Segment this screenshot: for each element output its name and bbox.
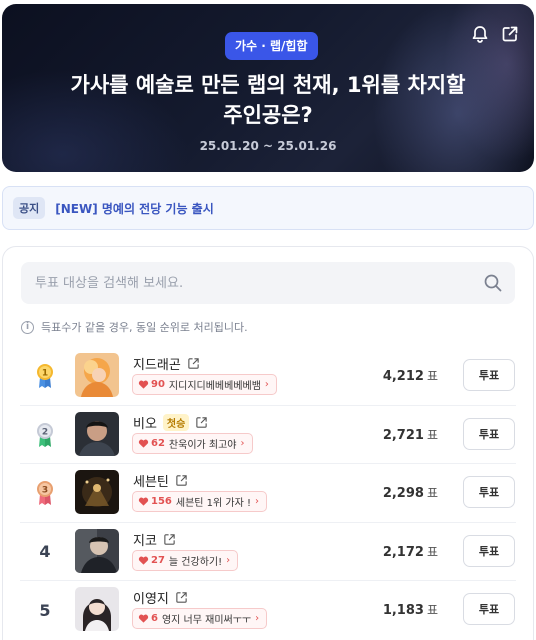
- external-link-icon[interactable]: [175, 474, 188, 487]
- svg-text:3: 3: [42, 486, 48, 496]
- notice-tag: 공지: [13, 197, 46, 219]
- ranking-row: 3 세븐틴 156 세븐틴 1위 가자 ! › 2,298 표 투표: [20, 464, 516, 523]
- ranking-row: 2 비오 첫승 62 찬욱이가 최고야 › 2,721 표 투표: [20, 406, 516, 464]
- vote-button[interactable]: 투표: [463, 359, 515, 391]
- vote-period: 25.01.20 ~ 25.01.26: [199, 139, 337, 153]
- artist-name[interactable]: 비오: [133, 413, 157, 432]
- vote-button[interactable]: 투표: [463, 476, 515, 508]
- avatar[interactable]: [75, 587, 119, 631]
- external-link-icon[interactable]: [175, 591, 188, 604]
- heart-icon: [138, 497, 149, 506]
- gold-medal-icon: 1: [37, 364, 53, 388]
- vote-button[interactable]: 투표: [463, 417, 515, 450]
- notice-bar[interactable]: 공지 [NEW] 명예의 전당 기능 출시: [2, 186, 534, 230]
- avatar[interactable]: [75, 411, 119, 456]
- search-input[interactable]: [21, 262, 515, 304]
- cheer-message[interactable]: 27 늘 건강하기! ›: [132, 549, 239, 571]
- bell-icon[interactable]: [470, 24, 490, 44]
- external-link-icon[interactable]: [187, 357, 200, 370]
- bronze-medal-icon: 3: [37, 481, 53, 505]
- tie-rule-info: i 득표수가 같을 경우, 동일 순위로 처리됩니다.: [21, 319, 248, 335]
- external-link-icon[interactable]: [163, 533, 176, 546]
- info-icon: i: [21, 320, 34, 334]
- chevron-right-icon: ›: [240, 437, 245, 449]
- artist-name[interactable]: 지드래곤: [133, 354, 181, 373]
- artist-name[interactable]: 세븐틴: [133, 471, 169, 490]
- share-icon[interactable]: [500, 24, 520, 44]
- ranking-list: 1 지드래곤 90 지디지디베베베베베뱀 › 4,212 표 투표 2 비오 첫…: [3, 347, 533, 640]
- svg-text:1: 1: [42, 369, 48, 379]
- cheer-message[interactable]: 156 세븐틴 1위 가자 ! ›: [132, 491, 267, 512]
- artist-name[interactable]: 이영지: [133, 588, 169, 607]
- chevron-right-icon: ›: [264, 379, 269, 390]
- rank-number: 4: [39, 542, 51, 561]
- avatar[interactable]: [75, 353, 119, 397]
- category-chip: 가수 · 랩/힙합: [225, 32, 318, 60]
- external-link-icon[interactable]: [195, 416, 208, 429]
- page-title: 가사를 예술로 만든 랩의 천재, 1위를 차지할 주인공은?: [70, 73, 466, 127]
- artist-name[interactable]: 지코: [133, 530, 157, 549]
- silver-medal-icon: 2: [37, 422, 53, 447]
- vote-count: 2,172 표: [382, 544, 438, 560]
- notice-text: [NEW] 명예의 전당 기능 출시: [55, 201, 214, 216]
- ranking-row: 1 지드래곤 90 지디지디베베베베베뱀 › 4,212 표 투표: [20, 347, 516, 406]
- heart-icon: [138, 380, 149, 389]
- cheer-message[interactable]: 62 찬욱이가 최고야 ›: [132, 432, 253, 454]
- avatar[interactable]: [75, 528, 119, 573]
- heart-icon: [138, 614, 149, 623]
- heart-icon: [138, 556, 149, 565]
- first-win-badge: 첫승: [162, 413, 190, 431]
- ranking-row: 5 이영지 6 영지 너무 재미써ㅜㅜ › 1,183 표 투표: [20, 581, 516, 640]
- vote-count: 2,721 표: [382, 427, 438, 443]
- vote-button[interactable]: 투표: [463, 593, 515, 625]
- svg-text:2: 2: [42, 427, 48, 437]
- rank-medal-silver: 2: [32, 406, 58, 464]
- info-text: 득표수가 같을 경우, 동일 순위로 처리됩니다.: [41, 321, 248, 334]
- hero-banner: 가수 · 랩/힙합 가사를 예술로 만든 랩의 천재, 1위를 차지할 주인공은…: [2, 4, 534, 172]
- vote-button[interactable]: 투표: [463, 534, 515, 567]
- rank-medal-gold: 1: [32, 347, 58, 405]
- chevron-right-icon: ›: [226, 554, 231, 566]
- vote-count: 4,212 표: [382, 369, 438, 384]
- rank-number: 5: [39, 600, 51, 620]
- chevron-right-icon: ›: [254, 496, 259, 507]
- ranking-row: 4 지코 27 늘 건강하기! › 2,172 표 투표: [20, 523, 516, 581]
- ranking-card: i 득표수가 같을 경우, 동일 순위로 처리됩니다. 1 지드래곤 9: [2, 246, 534, 640]
- cheer-message[interactable]: 90 지디지디베베베베베뱀 ›: [132, 374, 277, 395]
- cheer-message[interactable]: 6 영지 너무 재미써ㅜㅜ ›: [132, 608, 268, 629]
- search-box: [21, 262, 515, 304]
- search-icon[interactable]: [483, 273, 503, 293]
- rank-medal-bronze: 3: [32, 464, 58, 522]
- vote-count: 2,298 표: [382, 486, 438, 501]
- chevron-right-icon: ›: [255, 613, 260, 624]
- vote-count: 1,183 표: [382, 603, 438, 618]
- avatar[interactable]: [75, 470, 119, 514]
- heart-icon: [138, 439, 149, 448]
